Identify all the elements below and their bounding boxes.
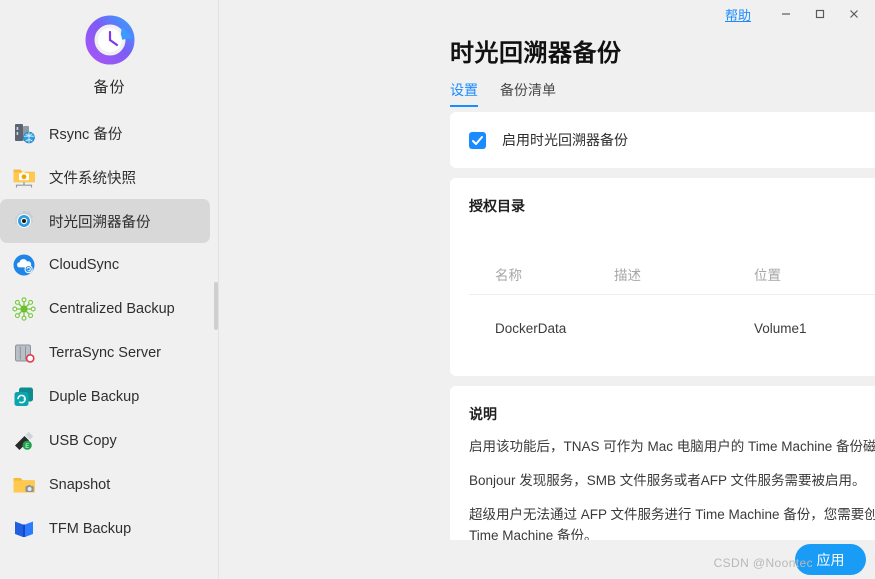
usb-drive-icon: E — [10, 427, 38, 455]
table-head: 名称 描述 位置 存储配额 — [469, 260, 875, 295]
enable-backup-checkbox[interactable] — [469, 132, 486, 149]
sidebar-item-terrasync-server[interactable]: TerraSync Server — [0, 331, 210, 375]
sidebar-brand-title: 备份 — [93, 76, 125, 97]
sidebar-item-snapshot[interactable]: Snapshot — [0, 463, 210, 507]
sidebar-item-cloudsync[interactable]: CloudSync — [0, 243, 210, 287]
cell-location: Volume1 — [754, 295, 875, 343]
enable-backup-label: 启用时光回溯器备份 — [502, 130, 628, 150]
sidebar-item-label: TerraSync Server — [49, 345, 161, 361]
table-row[interactable]: DockerData Volume1 Disable — [469, 295, 875, 343]
terrasync-server-icon — [10, 339, 38, 367]
description-line: Bonjour 发现服务，SMB 文件服务或者AFP 文件服务需要被启用。 — [469, 471, 875, 492]
cell-description — [614, 295, 754, 343]
application-window: 备份 Rsync 备份 — [0, 0, 875, 579]
sidebar-item-label: USB Copy — [49, 433, 117, 449]
sidebar-item-label: 时光回溯器备份 — [49, 211, 151, 232]
sidebar-item-label: CloudSync — [49, 257, 119, 273]
sidebar-brand: 备份 — [0, 0, 219, 97]
time-machine-clock-icon — [84, 14, 136, 66]
sidebar-item-usb-copy[interactable]: E USB Copy — [0, 419, 210, 463]
table-body: DockerData Volume1 Disable — [469, 295, 875, 343]
description-line: 启用该功能后，TNAS 可作为 Mac 电脑用户的 Time Machine 备… — [469, 437, 875, 458]
description-heading: 说明 — [469, 404, 875, 424]
page-title: 时光回溯器备份 — [450, 33, 622, 68]
main-panel: 帮助 时光回溯器备份 设置 备份清单 — [219, 0, 875, 579]
sidebar-item-duple-backup[interactable]: Duple Backup — [0, 375, 210, 419]
authorized-directory-table: 名称 描述 位置 存储配额 DockerData Volume1 Disable — [469, 260, 875, 342]
sidebar-item-filesystem-snapshot[interactable]: 文件系统快照 — [0, 155, 210, 199]
folder-snapshot-icon — [10, 471, 38, 499]
cloud-sync-icon — [10, 251, 38, 279]
time-machine-gear-eye-icon — [10, 207, 38, 235]
sidebar-item-label: Duple Backup — [49, 389, 139, 405]
directory-toolbar — [469, 228, 875, 252]
help-link[interactable]: 帮助 — [725, 5, 751, 24]
rsync-server-globe-icon — [10, 119, 38, 147]
tfm-backup-book-icon — [10, 515, 38, 543]
column-header-name: 名称 — [469, 260, 614, 295]
sidebar-nav: Rsync 备份 文件系统快照 — [0, 111, 219, 551]
close-button[interactable] — [837, 1, 871, 27]
sidebar-item-tfm-backup[interactable]: TFM Backup — [0, 507, 210, 551]
footer-bar: CSDN @Noontec 应用 — [450, 540, 875, 579]
tab-backup-list[interactable]: 备份清单 — [500, 80, 556, 107]
column-header-location: 位置 — [754, 260, 875, 295]
sidebar-item-centralized-backup[interactable]: Centralized Backup — [0, 287, 210, 331]
sidebar-item-label: 文件系统快照 — [49, 167, 136, 188]
enable-backup-card: 启用时光回溯器备份 — [450, 112, 875, 168]
folder-camera-network-icon — [10, 163, 38, 191]
maximize-button[interactable] — [803, 1, 837, 27]
tab-bar: 设置 备份清单 — [450, 80, 556, 107]
sidebar-item-label: Snapshot — [49, 477, 110, 493]
svg-text:E: E — [25, 444, 29, 450]
sidebar-item-label: Centralized Backup — [49, 301, 175, 317]
sidebar-item-label: TFM Backup — [49, 521, 131, 537]
content-area: 启用时光回溯器备份 授权目录 — [450, 112, 875, 540]
authorized-directory-card: 授权目录 — [450, 178, 875, 376]
authorized-directory-heading: 授权目录 — [469, 196, 875, 216]
sidebar-item-label: Rsync 备份 — [49, 123, 122, 144]
table-header-row: 名称 描述 位置 存储配额 — [469, 260, 875, 295]
apply-button[interactable]: 应用 — [795, 544, 866, 575]
column-header-description: 描述 — [614, 260, 754, 295]
sidebar-item-rsync-backup[interactable]: Rsync 备份 — [0, 111, 210, 155]
duple-backup-refresh-icon — [10, 383, 38, 411]
description-card: 说明 启用该功能后，TNAS 可作为 Mac 电脑用户的 Time Machin… — [450, 386, 875, 540]
description-line: 超级用户无法通过 AFP 文件服务进行 Time Machine 备份，您需要创… — [469, 505, 875, 540]
window-titlebar: 帮助 — [219, 0, 875, 28]
sidebar: 备份 Rsync 备份 — [0, 0, 219, 579]
tab-settings[interactable]: 设置 — [450, 80, 478, 107]
minimize-button[interactable] — [769, 1, 803, 27]
centralized-backup-nodes-icon — [10, 295, 38, 323]
sidebar-item-time-machine-backup[interactable]: 时光回溯器备份 — [0, 199, 210, 243]
cell-name: DockerData — [469, 295, 614, 343]
